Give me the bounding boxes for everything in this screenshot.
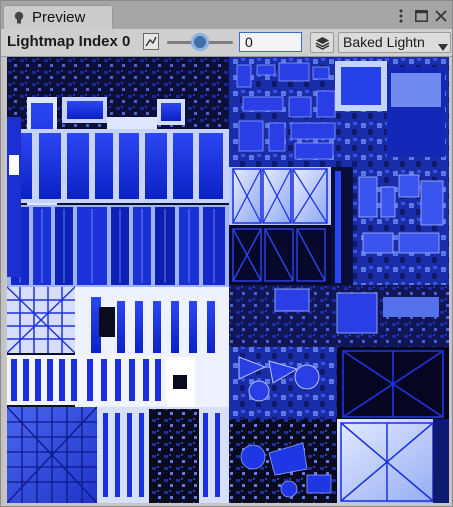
lightmap-mode-dropdown[interactable]: Baked Lightn bbox=[338, 32, 451, 53]
window-controls bbox=[394, 6, 448, 26]
lightmap-texture bbox=[7, 57, 449, 503]
slider-thumb[interactable] bbox=[191, 33, 209, 51]
lightmap-index-label: Lightmap Index 0 bbox=[7, 33, 131, 50]
layers-icon[interactable] bbox=[310, 32, 334, 53]
tab-bar: Preview bbox=[1, 1, 452, 30]
kebab-menu-icon[interactable] bbox=[394, 8, 408, 24]
tab-preview[interactable]: Preview bbox=[3, 5, 113, 29]
chart-toggle-icon[interactable] bbox=[143, 33, 159, 50]
lightmap-index-slider[interactable] bbox=[167, 32, 233, 52]
maximize-icon[interactable] bbox=[414, 8, 428, 24]
chevron-down-icon bbox=[438, 39, 448, 51]
lightmap-index-field[interactable]: 0 bbox=[239, 32, 302, 52]
toolbar: Lightmap Index 0 0 Baked Lightn bbox=[1, 29, 452, 57]
preview-area bbox=[4, 57, 451, 505]
preview-window: Preview Lightmap Index 0 0 Baked Lightn bbox=[0, 0, 453, 507]
tab-title: Preview bbox=[32, 9, 86, 26]
lightmap-mode-value: Baked Lightn bbox=[343, 34, 425, 50]
lightbulb-icon bbox=[14, 11, 24, 24]
lightmap-image bbox=[7, 57, 449, 503]
close-icon[interactable] bbox=[434, 8, 448, 24]
